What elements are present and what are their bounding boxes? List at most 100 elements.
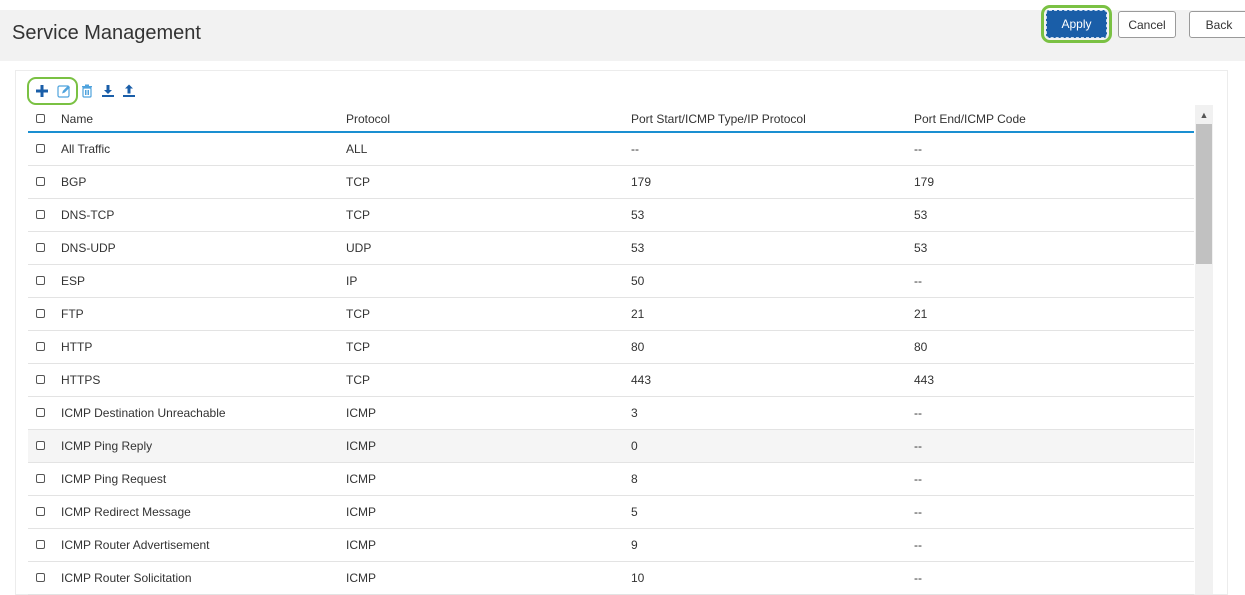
page-title: Service Management (12, 22, 201, 44)
row-checkbox[interactable] (36, 210, 45, 219)
row-port-start: 443 (631, 373, 652, 387)
row-name: ICMP Ping Reply (61, 439, 153, 453)
row-protocol: TCP (346, 373, 370, 387)
row-protocol: IP (346, 274, 358, 288)
table-row[interactable]: FTP TCP 21 21 (28, 298, 1194, 331)
apply-button[interactable]: Apply (1046, 10, 1107, 38)
row-port-end: 443 (914, 373, 935, 387)
scrollbar-thumb[interactable] (1196, 124, 1212, 264)
row-port-start: 0 (631, 439, 638, 453)
row-protocol: ICMP (346, 406, 376, 420)
row-checkbox[interactable] (36, 408, 45, 417)
export-icon[interactable] (121, 83, 137, 99)
row-port-start: 10 (631, 571, 645, 585)
table-row[interactable]: BGP TCP 179 179 (28, 166, 1194, 199)
table-row[interactable]: ICMP Destination Unreachable ICMP 3 -- (28, 397, 1194, 430)
row-checkbox[interactable] (36, 573, 45, 582)
back-button[interactable]: Back (1189, 11, 1245, 38)
row-checkbox[interactable] (36, 441, 45, 450)
row-protocol: ICMP (346, 505, 376, 519)
row-protocol: ICMP (346, 472, 376, 486)
row-checkbox[interactable] (36, 507, 45, 516)
row-name: HTTP (61, 340, 93, 354)
row-port-start: 3 (631, 406, 638, 420)
row-name: BGP (61, 175, 87, 189)
row-checkbox[interactable] (36, 474, 45, 483)
row-port-start: 50 (631, 274, 645, 288)
row-checkbox[interactable] (36, 243, 45, 252)
column-header-port-start[interactable]: Port Start/ICMP Type/IP Protocol (631, 112, 806, 126)
row-port-end: 53 (914, 208, 928, 222)
row-name: ICMP Ping Request (61, 472, 167, 486)
row-port-end: -- (914, 406, 922, 420)
column-header-name[interactable]: Name (61, 112, 93, 126)
row-name: HTTPS (61, 373, 101, 387)
row-protocol: TCP (346, 307, 370, 321)
add-icon[interactable] (34, 83, 50, 99)
row-port-end: 80 (914, 340, 928, 354)
table-row[interactable]: ICMP Router Solicitation ICMP 10 -- (28, 562, 1194, 595)
row-port-start: 53 (631, 208, 645, 222)
row-port-start: 5 (631, 505, 638, 519)
row-checkbox[interactable] (36, 177, 45, 186)
row-protocol: ALL (346, 142, 368, 156)
row-checkbox[interactable] (36, 342, 45, 351)
table-row[interactable]: ICMP Redirect Message ICMP 5 -- (28, 496, 1194, 529)
row-port-start: 53 (631, 241, 645, 255)
row-protocol: TCP (346, 175, 370, 189)
row-port-end: -- (914, 571, 922, 585)
row-protocol: ICMP (346, 439, 376, 453)
row-port-end: -- (914, 538, 922, 552)
scroll-up-arrow-icon[interactable]: ▲ (1196, 108, 1212, 122)
table-row[interactable]: DNS-UDP UDP 53 53 (28, 232, 1194, 265)
table-row[interactable]: ICMP Ping Request ICMP 8 -- (28, 463, 1194, 496)
row-name: ICMP Router Solicitation (61, 571, 192, 585)
row-port-end: -- (914, 274, 922, 288)
row-protocol: ICMP (346, 571, 376, 585)
row-port-start: -- (631, 142, 639, 156)
row-checkbox[interactable] (36, 375, 45, 384)
row-port-start: 21 (631, 307, 645, 321)
import-icon[interactable] (100, 83, 116, 99)
table-row[interactable]: All Traffic ALL -- -- (28, 133, 1194, 166)
edit-icon[interactable] (56, 83, 72, 99)
row-port-end: 21 (914, 307, 928, 321)
table-row[interactable]: DNS-TCP TCP 53 53 (28, 199, 1194, 232)
row-name: ICMP Redirect Message (61, 505, 191, 519)
row-port-end: 179 (914, 175, 935, 189)
row-port-end: -- (914, 439, 922, 453)
row-checkbox[interactable] (36, 309, 45, 318)
table-body: All Traffic ALL -- -- BGP TCP 179 179 DNS-TCP TCP… (28, 133, 1194, 595)
row-name: ESP (61, 274, 86, 288)
column-header-protocol[interactable]: Protocol (346, 112, 390, 126)
row-name: ICMP Destination Unreachable (61, 406, 226, 420)
column-header-port-end[interactable]: Port End/ICMP Code (914, 112, 1026, 126)
row-checkbox[interactable] (36, 276, 45, 285)
row-protocol: UDP (346, 241, 372, 255)
row-port-end: 53 (914, 241, 928, 255)
row-port-start: 9 (631, 538, 638, 552)
table-row[interactable]: HTTPS TCP 443 443 (28, 364, 1194, 397)
row-name: FTP (61, 307, 84, 321)
row-name: ICMP Router Advertisement (61, 538, 210, 552)
row-name: DNS-TCP (61, 208, 115, 222)
delete-icon[interactable] (79, 83, 95, 99)
cancel-button[interactable]: Cancel (1118, 11, 1176, 38)
row-name: DNS-UDP (61, 241, 116, 255)
row-checkbox[interactable] (36, 540, 45, 549)
table-row[interactable]: ICMP Router Advertisement ICMP 9 -- (28, 529, 1194, 562)
table-row[interactable]: ESP IP 50 -- (28, 265, 1194, 298)
select-all-checkbox[interactable] (36, 114, 45, 123)
row-port-start: 80 (631, 340, 645, 354)
row-protocol: ICMP (346, 538, 376, 552)
table-row[interactable]: HTTP TCP 80 80 (28, 331, 1194, 364)
row-port-start: 8 (631, 472, 638, 486)
row-name: All Traffic (61, 142, 111, 156)
row-port-end: -- (914, 505, 922, 519)
row-protocol: TCP (346, 208, 370, 222)
row-protocol: TCP (346, 340, 370, 354)
row-checkbox[interactable] (36, 144, 45, 153)
table-row[interactable]: ICMP Ping Reply ICMP 0 -- (28, 430, 1194, 463)
row-port-end: -- (914, 142, 922, 156)
row-port-end: -- (914, 472, 922, 486)
